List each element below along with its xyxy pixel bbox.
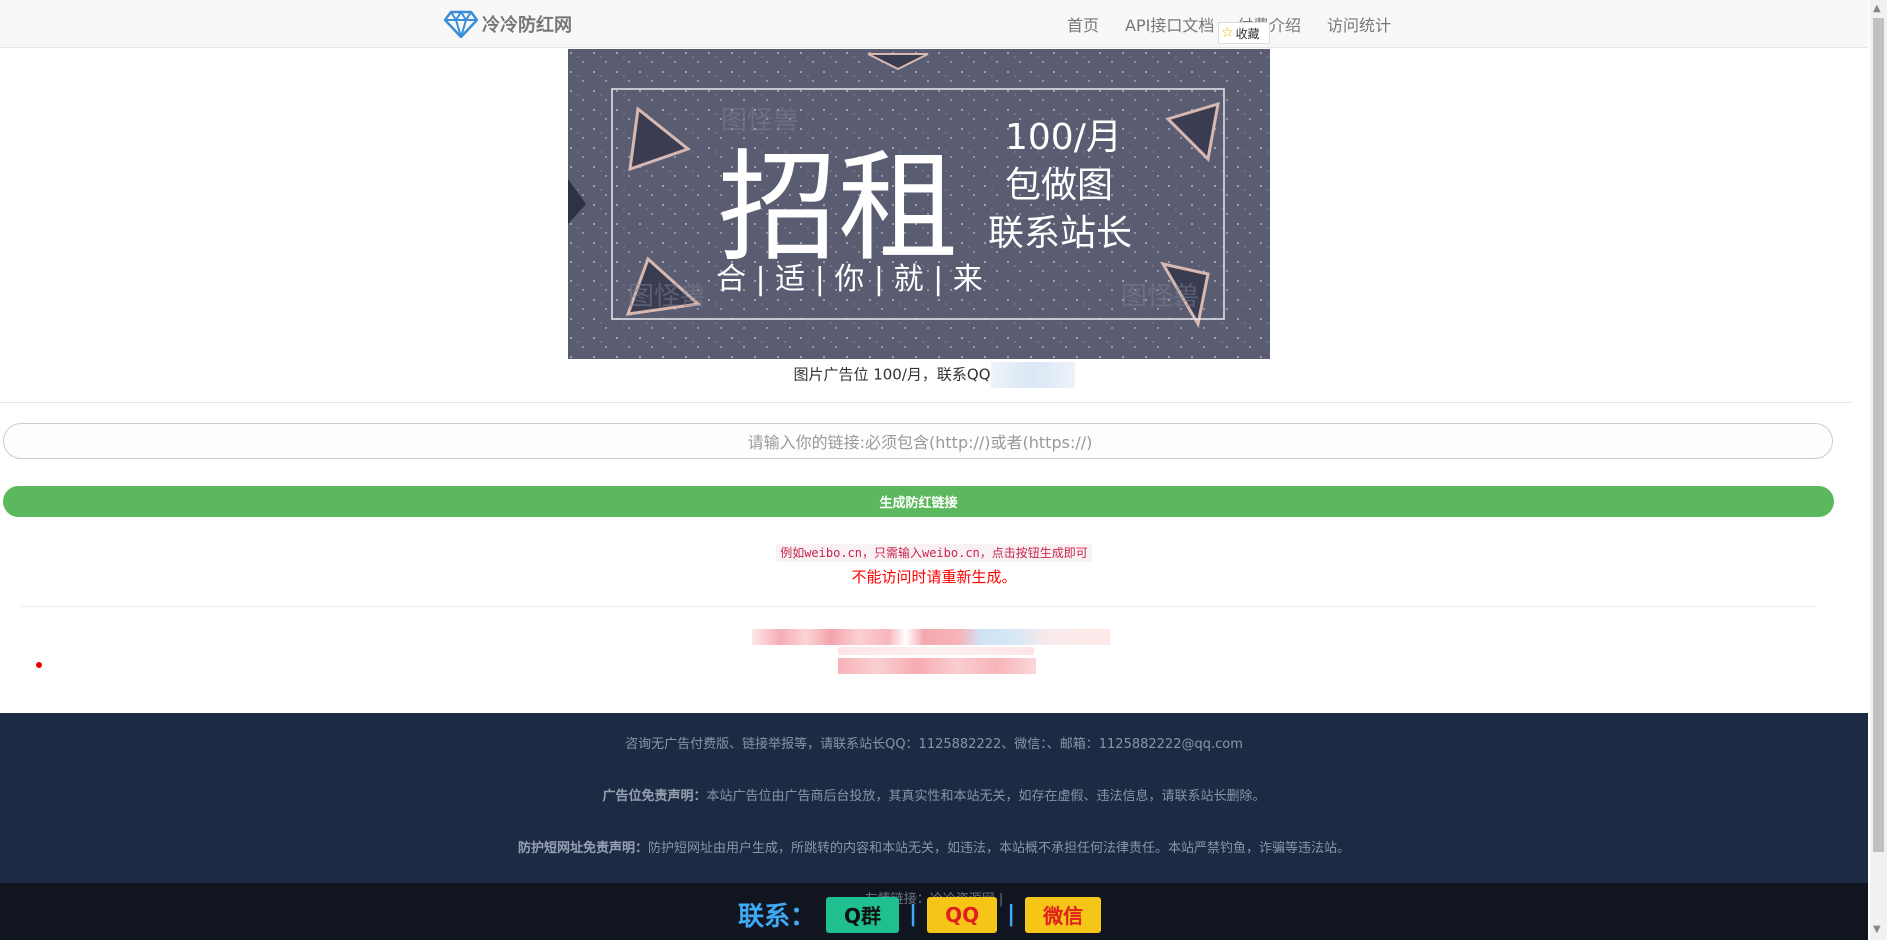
- generate-link-button[interactable]: 生成防红链接: [3, 486, 1834, 517]
- scrollbar-thumb[interactable]: [1873, 18, 1884, 852]
- top-navbar: 冷冷防红网 首页 API接口文档 付费介绍 访问统计: [0, 0, 1868, 48]
- nav-link-home[interactable]: 首页: [1067, 12, 1099, 36]
- banner-price: 100/月: [1005, 117, 1122, 158]
- favorite-button[interactable]: ☆ 收藏: [1218, 22, 1270, 44]
- footer-url-disclaimer: 防护短网址免责声明：防护短网址由用户生成，所跳转的内容和本站无关，如违法，本站概…: [0, 837, 1868, 856]
- red-dot-marker: [36, 662, 42, 668]
- link-input-wrapper: [3, 423, 1836, 460]
- banner-line2: 包做图: [1005, 165, 1113, 206]
- example-code: 例如weibo.cn，只需输入weibo.cn，点击按钮生成即可: [776, 544, 1092, 562]
- qq-button[interactable]: QQ: [927, 896, 998, 933]
- wechat-button[interactable]: 微信: [1025, 896, 1102, 933]
- banner-big-text: 招租: [718, 139, 958, 278]
- blurred-result: [752, 629, 1110, 645]
- regenerate-tip: 不能访问时请重新生成。: [851, 568, 1017, 586]
- favorite-label: 收藏: [1235, 26, 1260, 41]
- qq-group-button[interactable]: Q群: [826, 896, 900, 933]
- blurred-result: [838, 647, 1034, 655]
- separator: |: [1007, 902, 1016, 927]
- divider: [20, 606, 1816, 607]
- example-hint: 例如weibo.cn，只需输入weibo.cn，点击按钮生成即可: [0, 542, 1868, 562]
- blurred-result: [838, 658, 1036, 674]
- link-input[interactable]: [4, 424, 1836, 460]
- watermark-text: 图怪兽: [628, 282, 706, 312]
- banner-line3: 联系站长: [988, 213, 1132, 254]
- contact-label: 联系：: [738, 902, 817, 932]
- nav-link-stats[interactable]: 访问统计: [1327, 12, 1391, 36]
- divider: [0, 402, 1852, 403]
- contact-buttons: 联系： Q群 | QQ | 微信: [738, 896, 1102, 933]
- ad-caption-text: 图片广告位 100/月，联系QQ: [793, 365, 991, 384]
- footer-ad-disclaimer: 广告位免责声明：本站广告位由广告商后台投放，其真实性和本站无关，如存在虚假、违法…: [0, 785, 1868, 804]
- ad-disclaimer-text: 本站广告位由广告商后台投放，其真实性和本站无关，如存在虚假、违法信息，请联系站长…: [706, 789, 1266, 804]
- scroll-down-icon[interactable]: ▼: [1873, 924, 1881, 935]
- ad-banner[interactable]: 图怪兽 图怪兽 图怪兽 招租 100/月 包做图 联系站长 合 | 适 | 你 …: [568, 49, 1270, 359]
- separator: |: [909, 902, 918, 927]
- watermark-text: 图怪兽: [1121, 282, 1199, 312]
- watermark-text: 图怪兽: [721, 106, 799, 136]
- scroll-up-icon[interactable]: ▲: [1873, 3, 1881, 14]
- ad-caption: 图片广告位 100/月，联系QQ: [0, 362, 1868, 388]
- blurred-qq-number: [990, 362, 1075, 388]
- url-disclaimer-text: 防护短网址由用户生成，所跳转的内容和本站无关，如违法，本站概不承担任何法律责任。…: [648, 841, 1351, 856]
- star-icon: ☆: [1221, 25, 1234, 41]
- brand-name: 冷冷防红网: [482, 15, 572, 36]
- ad-banner-graphic: 图怪兽 图怪兽 图怪兽 招租 100/月 包做图 联系站长 合 | 适 | 你 …: [568, 49, 1270, 359]
- brand-logo-link[interactable]: 冷冷防红网: [444, 10, 572, 38]
- ad-disclaimer-title: 广告位免责声明：: [602, 789, 707, 804]
- nav-link-api-docs[interactable]: API接口文档: [1125, 12, 1214, 36]
- banner-bottom-line: 合 | 适 | 你 | 就 | 来: [716, 262, 983, 297]
- diamond-icon: [444, 10, 478, 38]
- url-disclaimer-title: 防护短网址免责声明：: [517, 841, 648, 856]
- footer-contact-line: 咨询无广告付费版、链接举报等，请联系站长QQ：1125882222、微信：、邮箱…: [625, 737, 1243, 752]
